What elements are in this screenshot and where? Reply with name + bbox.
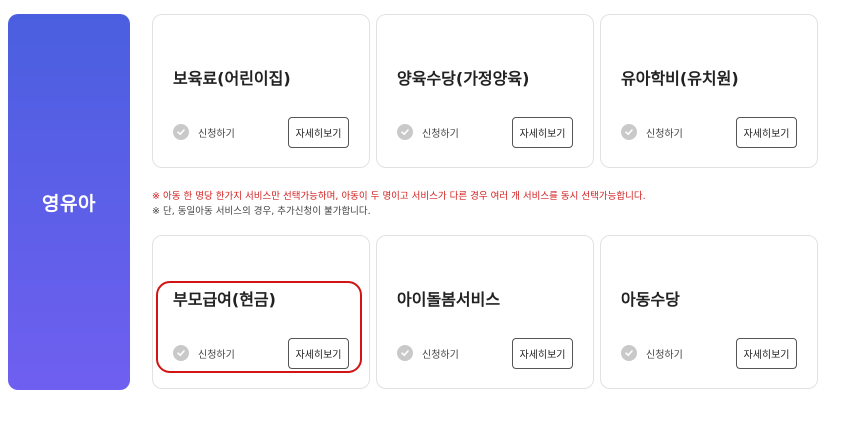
card-title: 아동수당 <box>621 290 680 309</box>
apply-option[interactable]: 신청하기 <box>397 124 459 140</box>
apply-option[interactable]: 신청하기 <box>397 345 459 361</box>
check-circle-icon <box>173 124 189 140</box>
check-circle-icon <box>621 345 637 361</box>
apply-label: 신청하기 <box>198 128 235 140</box>
note-line-restriction: ※ 단, 동일아동 서비스의 경우, 추가신청이 불가합니다. <box>152 206 371 217</box>
category-panel: 영유아 <box>8 14 130 390</box>
check-circle-icon <box>173 345 189 361</box>
apply-option[interactable]: 신청하기 <box>621 124 683 140</box>
card-title: 유아학비(유치원) <box>621 69 739 88</box>
check-circle-icon <box>397 124 413 140</box>
details-button[interactable]: 자세히보기 <box>288 117 349 148</box>
details-button[interactable]: 자세히보기 <box>736 338 797 369</box>
service-selection-page: 영유아 보육료(어린이집) 신청하기 자세히보기 양육수당(가정양육) 신청하기… <box>0 0 844 422</box>
details-button[interactable]: 자세히보기 <box>512 117 573 148</box>
apply-label: 신청하기 <box>422 349 459 361</box>
apply-label: 신청하기 <box>198 349 235 361</box>
selection-notes: ※ 아동 한 명당 한가지 서비스만 선택가능하며, 아동이 두 명이고 서비스… <box>152 189 646 219</box>
card-title: 보육료(어린이집) <box>173 69 291 88</box>
details-button[interactable]: 자세히보기 <box>288 338 349 369</box>
apply-option[interactable]: 신청하기 <box>621 345 683 361</box>
apply-label: 신청하기 <box>646 349 683 361</box>
service-card-parenting-allowance: 양육수당(가정양육) 신청하기 자세히보기 <box>376 14 594 168</box>
service-card-child-allowance: 아동수당 신청하기 자세히보기 <box>600 235 818 389</box>
service-card-childcare-fee: 보육료(어린이집) 신청하기 자세히보기 <box>152 14 370 168</box>
details-button[interactable]: 자세히보기 <box>736 117 797 148</box>
service-card-parent-benefit: 부모급여(현금) 신청하기 자세히보기 <box>152 235 370 389</box>
card-title: 양육수당(가정양육) <box>397 69 530 88</box>
check-circle-icon <box>397 345 413 361</box>
card-title: 아이돌봄서비스 <box>397 290 501 309</box>
service-card-kindergarten-tuition: 유아학비(유치원) 신청하기 자세히보기 <box>600 14 818 168</box>
service-card-child-care-service: 아이돌봄서비스 신청하기 자세히보기 <box>376 235 594 389</box>
apply-label: 신청하기 <box>422 128 459 140</box>
check-circle-icon <box>621 124 637 140</box>
details-button[interactable]: 자세히보기 <box>512 338 573 369</box>
apply-label: 신청하기 <box>646 128 683 140</box>
category-title: 영유아 <box>42 192 96 215</box>
card-title: 부모급여(현금) <box>173 290 276 309</box>
apply-option[interactable]: 신청하기 <box>173 345 235 361</box>
note-line-warning: ※ 아동 한 명당 한가지 서비스만 선택가능하며, 아동이 두 명이고 서비스… <box>152 191 646 202</box>
apply-option[interactable]: 신청하기 <box>173 124 235 140</box>
